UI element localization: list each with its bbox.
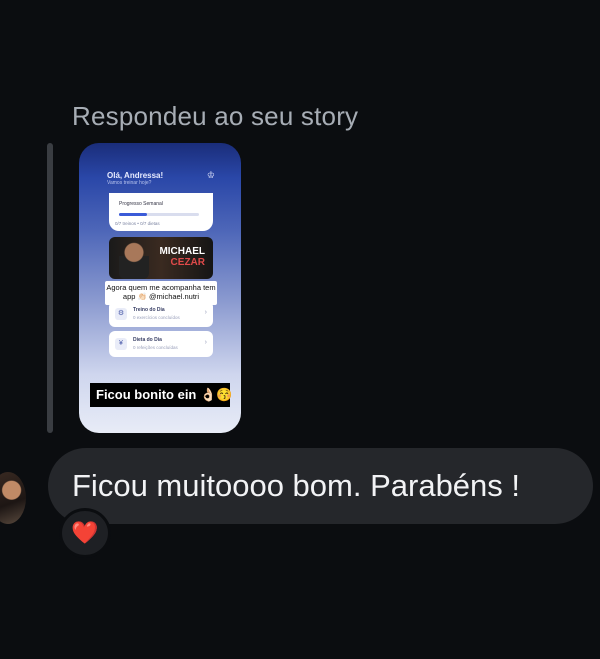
chevron-right-icon: › <box>204 309 207 316</box>
message-text: Ficou muitoooo bom. Parabéns ! <box>72 468 521 503</box>
banner-photo <box>119 241 149 279</box>
card-subtitle: 0 refeições concluídas <box>133 345 178 350</box>
heart-reaction-icon[interactable]: ❤️ <box>59 508 111 558</box>
card-subtitle: 0 exercícios concluídos <box>133 315 180 320</box>
quote-bar <box>47 143 53 433</box>
story-app-header: Olá, Andressa! Vamos treinar hoje? ♔ <box>101 167 219 189</box>
story-card-diet: ¥ Dieta do Dia 0 refeições concluídas › <box>109 331 213 357</box>
story-greeting-sub: Vamos treinar hoje? <box>107 180 152 186</box>
cutlery-icon: ¥ <box>115 338 127 350</box>
dumbbell-icon: ⚙ <box>115 308 127 320</box>
avatar[interactable] <box>0 472 26 524</box>
story-progress-bar <box>119 213 199 216</box>
banner-name-first: MICHAEL <box>159 246 205 257</box>
story-progress-card: Progresso Semanal 0/7 treinos • 0/7 diet… <box>109 193 213 231</box>
story-preview[interactable]: Olá, Andressa! Vamos treinar hoje? ♔ Pro… <box>79 143 241 433</box>
card-title: Treino do Dia <box>133 307 165 313</box>
crown-icon: ♔ <box>206 170 215 180</box>
story-text-sticker: Ficou bonito ein 👌🏻😚 <box>90 383 232 407</box>
story-progress-caption: 0/7 treinos • 0/7 dietas <box>115 221 160 226</box>
reply-label: Respondeu ao seu story <box>72 101 359 131</box>
banner-name-last: CEZAR <box>170 257 205 268</box>
story-greeting: Olá, Andressa! <box>107 171 164 180</box>
story-card-training: ⚙ Treino do Dia 0 exercícios concluídos … <box>109 301 213 327</box>
card-title: Dieta do Dia <box>133 337 162 343</box>
story-progress-label: Progresso Semanal <box>119 201 163 207</box>
chevron-right-icon: › <box>204 339 207 346</box>
story-banner: MICHAEL CEZAR <box>109 237 213 279</box>
message-bubble[interactable]: Ficou muitoooo bom. Parabéns ! <box>48 448 593 524</box>
